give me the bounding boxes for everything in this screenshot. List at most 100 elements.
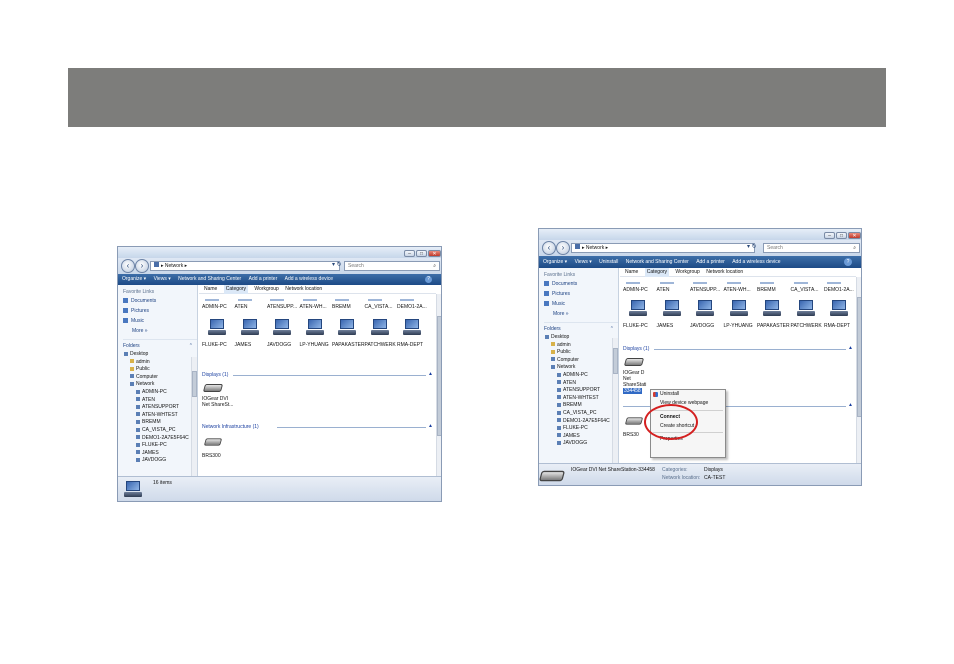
- tree-item[interactable]: Computer: [545, 357, 618, 365]
- tree-item[interactable]: FLUKE-PC: [545, 425, 618, 433]
- computer-item[interactable]: ATEN: [657, 282, 674, 293]
- minimize-icon[interactable]: –: [824, 232, 835, 239]
- tree-item[interactable]: ATEN-WHTEST: [124, 412, 197, 420]
- forward-icon[interactable]: ›: [556, 241, 570, 255]
- more-link[interactable]: More »: [553, 311, 618, 318]
- tree-item[interactable]: ATEN-WHTEST: [545, 395, 618, 403]
- collapse-icon[interactable]: ▲: [848, 345, 853, 351]
- tree-item[interactable]: Public: [124, 366, 197, 374]
- search-input[interactable]: Search ⌕: [344, 261, 440, 271]
- back-icon[interactable]: ‹: [121, 259, 135, 273]
- tree-item[interactable]: FLUKE-PC: [124, 442, 197, 450]
- views-button[interactable]: Views ▾: [575, 256, 592, 268]
- help-icon[interactable]: ?: [844, 258, 852, 266]
- add-printer-button[interactable]: Add a printer: [249, 274, 278, 285]
- infrastructure-group-header[interactable]: Network Infrastructure (1): [202, 424, 259, 430]
- tree-item[interactable]: DEMO1-2A7E5F64C: [545, 418, 618, 426]
- collapse-icon[interactable]: ▲: [848, 402, 853, 408]
- more-link[interactable]: More »: [132, 328, 197, 335]
- computer-item[interactable]: ATENSUPP...: [267, 299, 297, 310]
- computer-item[interactable]: RMA-DEPT: [397, 319, 423, 348]
- computer-item[interactable]: CA_VISTA...: [791, 282, 818, 293]
- column-name[interactable]: Name: [204, 285, 217, 294]
- tree-item[interactable]: CA_VISTA_PC: [545, 410, 618, 418]
- computer-item[interactable]: ADMIN-PC: [202, 299, 227, 310]
- tree-item[interactable]: ADMIN-PC: [124, 389, 197, 397]
- close-icon[interactable]: ✕: [848, 232, 861, 239]
- column-network-location[interactable]: Network location: [285, 285, 322, 294]
- column-name[interactable]: Name: [625, 268, 638, 277]
- add-wireless-device-button[interactable]: Add a wireless device: [732, 256, 780, 268]
- tree-item[interactable]: admin: [545, 342, 618, 350]
- computer-item[interactable]: ATEN-WH...: [724, 282, 751, 293]
- router-item[interactable]: BRS300: [202, 436, 223, 459]
- tree-item[interactable]: ATENSUPPORT: [124, 404, 197, 412]
- computer-item[interactable]: LP-YHUANG: [300, 319, 329, 348]
- fav-link-documents[interactable]: Documents: [123, 298, 197, 305]
- tree-item[interactable]: Desktop: [124, 351, 197, 359]
- tree-item[interactable]: JAVDOGG: [545, 440, 618, 448]
- folders-header[interactable]: Folders ⌃: [544, 322, 618, 332]
- tree-item[interactable]: Public: [545, 349, 618, 357]
- tree-item[interactable]: Network: [545, 364, 618, 372]
- refresh-icon[interactable]: ▾ ↻: [747, 243, 757, 250]
- column-category[interactable]: Category: [223, 285, 249, 294]
- forward-icon[interactable]: ›: [135, 259, 149, 273]
- computer-item[interactable]: RMA-DEPT: [824, 300, 850, 329]
- organize-button[interactable]: Organize ▾: [543, 256, 567, 268]
- tree-item[interactable]: ATENSUPPORT: [545, 387, 618, 395]
- displays-group-header[interactable]: Displays (1): [202, 372, 228, 378]
- add-wireless-device-button[interactable]: Add a wireless device: [285, 274, 333, 285]
- back-icon[interactable]: ‹: [542, 241, 556, 255]
- computer-item[interactable]: DEMO1-2A...: [397, 299, 427, 310]
- search-input[interactable]: Search ⌕: [763, 243, 860, 253]
- tree-item[interactable]: JAMES: [124, 450, 197, 458]
- network-sharing-center-button[interactable]: Network and Sharing Center: [626, 256, 689, 268]
- tree-item[interactable]: BREMM: [124, 419, 197, 427]
- computer-item[interactable]: ATEN-WH...: [300, 299, 327, 310]
- collapse-icon[interactable]: ▲: [428, 371, 433, 377]
- tree-scrollbar[interactable]: [191, 357, 197, 478]
- computer-item[interactable]: ADMIN-PC: [623, 282, 648, 293]
- tree-item[interactable]: admin: [124, 359, 197, 367]
- close-icon[interactable]: ✕: [428, 250, 441, 257]
- display-item[interactable]: IOGear DVI Net ShareSt...: [202, 382, 233, 408]
- computer-item[interactable]: BREMM: [332, 299, 351, 310]
- fav-link-music[interactable]: Music: [544, 301, 618, 308]
- search-icon[interactable]: ⌕: [433, 262, 436, 271]
- network-sharing-center-button[interactable]: Network and Sharing Center: [178, 274, 241, 285]
- refresh-icon[interactable]: ▾ ↻: [332, 261, 342, 268]
- tree-item[interactable]: ADMIN-PC: [545, 372, 618, 380]
- tree-item[interactable]: Network: [124, 381, 197, 389]
- address-bar[interactable]: ▸ Network ▸: [150, 261, 340, 271]
- menu-item-uninstall[interactable]: Uninstall: [651, 390, 725, 399]
- fav-link-music[interactable]: Music: [123, 318, 197, 325]
- computer-item[interactable]: PAPAKASTER: [332, 319, 365, 348]
- tree-item[interactable]: ATEN: [545, 380, 618, 388]
- display-item[interactable]: IOGear D Net ShareStati 334458: [623, 356, 646, 394]
- computer-item[interactable]: LP-YHUANG: [724, 300, 753, 329]
- tree-item[interactable]: Desktop: [545, 334, 618, 342]
- computer-item[interactable]: JAVDOGG: [690, 300, 714, 329]
- computer-item[interactable]: FLUKE-PC: [202, 319, 227, 348]
- minimize-icon[interactable]: –: [404, 250, 415, 257]
- tree-item[interactable]: DEMO1-2A7E5F64C: [124, 435, 197, 443]
- router-item[interactable]: BRS30: [623, 415, 644, 438]
- column-category[interactable]: Category: [644, 268, 670, 277]
- column-network-location[interactable]: Network location: [706, 268, 743, 277]
- folders-header[interactable]: Folders ⌃: [123, 339, 197, 349]
- organize-button[interactable]: Organize ▾: [122, 274, 146, 285]
- tree-item[interactable]: Computer: [124, 374, 197, 382]
- maximize-icon[interactable]: □: [416, 250, 427, 257]
- search-icon[interactable]: ⌕: [853, 244, 856, 253]
- tree-scrollbar[interactable]: [612, 338, 618, 465]
- address-bar[interactable]: ▸ Network ▸: [571, 243, 755, 253]
- computer-item[interactable]: PATCHWERK: [365, 319, 396, 348]
- tree-item[interactable]: ATEN: [124, 397, 197, 405]
- computer-item[interactable]: DEMO1-2A...: [824, 282, 854, 293]
- fav-link-pictures[interactable]: Pictures: [123, 308, 197, 315]
- collapse-icon[interactable]: ▲: [428, 423, 433, 429]
- fav-link-pictures[interactable]: Pictures: [544, 291, 618, 298]
- tree-item[interactable]: CA_VISTA_PC: [124, 427, 197, 435]
- computer-item[interactable]: FLUKE-PC: [623, 300, 648, 329]
